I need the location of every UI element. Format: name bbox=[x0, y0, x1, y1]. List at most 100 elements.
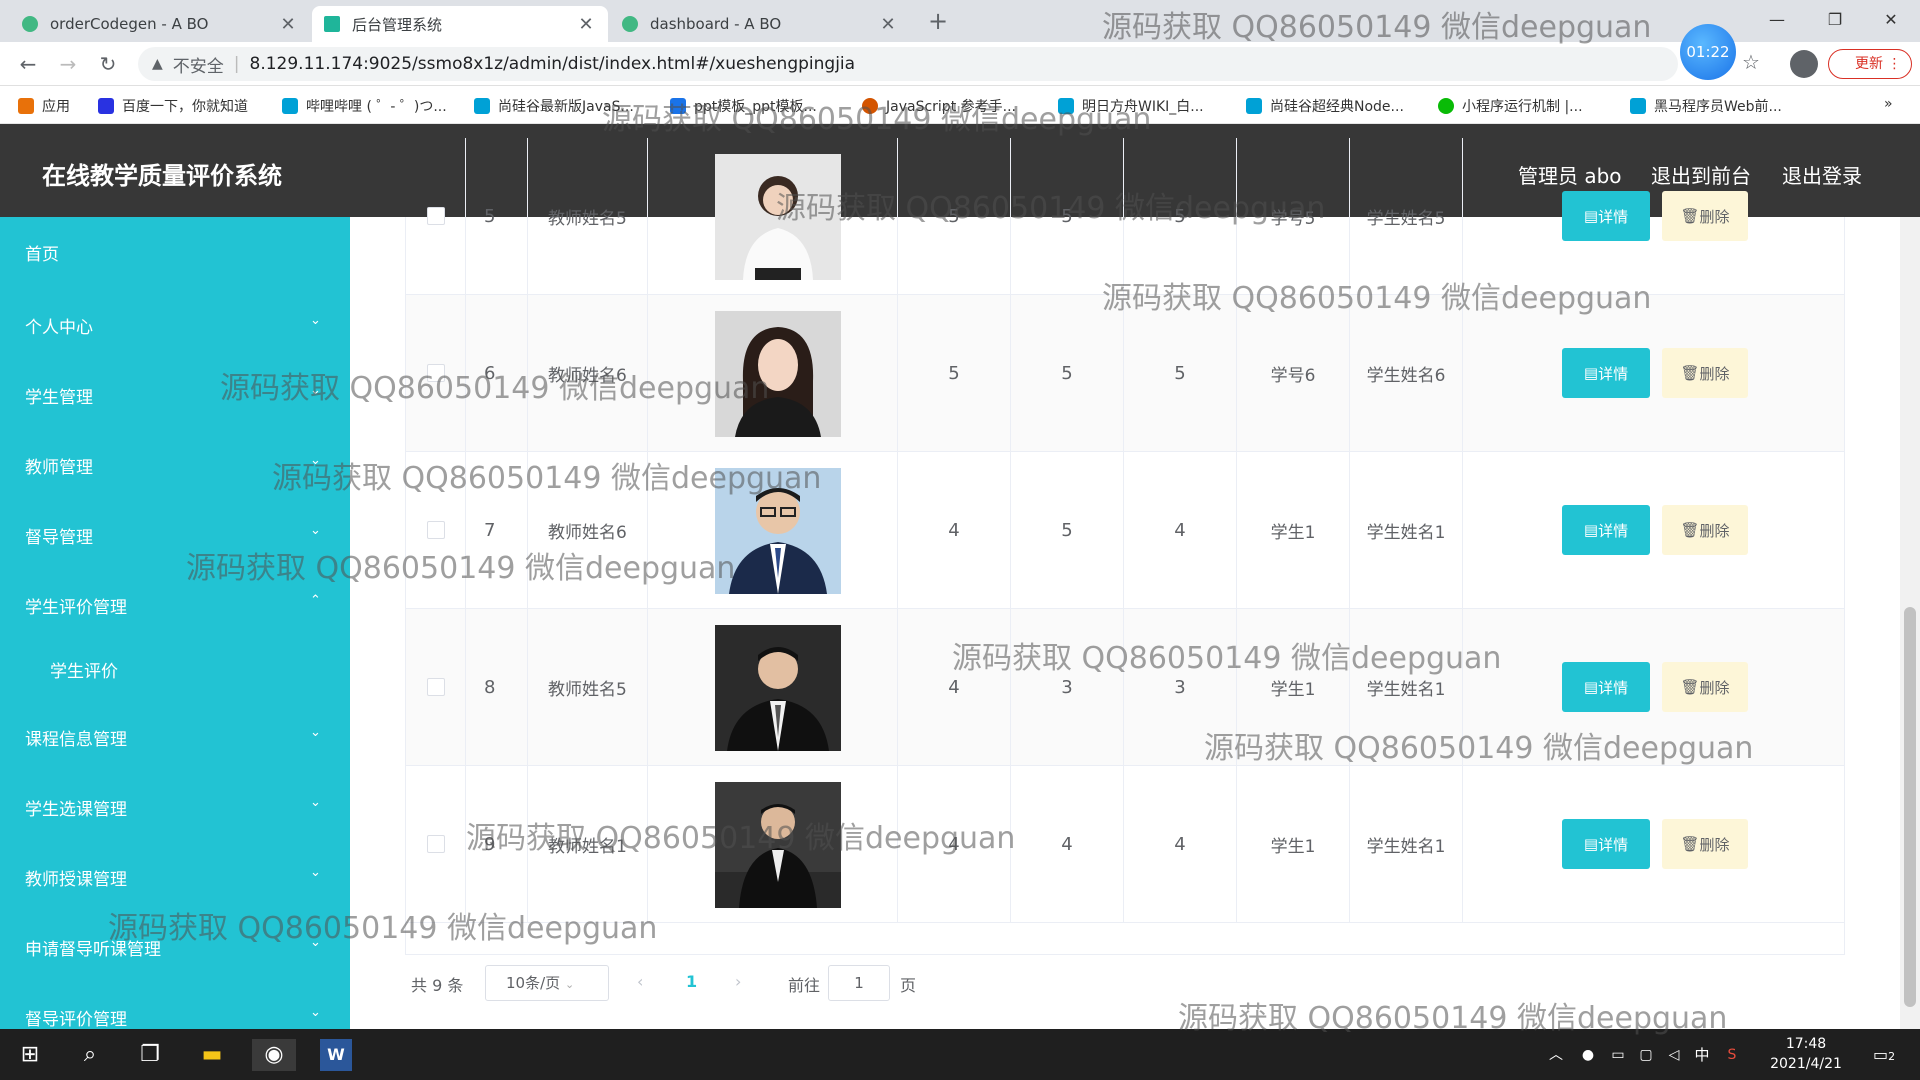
bookmark-label: 明日方舟WIKI_白... bbox=[1082, 99, 1204, 115]
bookmark-item[interactable]: 尚硅谷最新版JavaS... bbox=[474, 96, 634, 116]
student-name-cell: 学生姓名1 bbox=[1350, 766, 1463, 922]
teacher-photo bbox=[715, 782, 841, 908]
delete-button[interactable]: 🗑 删除 bbox=[1662, 819, 1748, 869]
sidebar-subitem-student-evaluation[interactable]: 学生评价 bbox=[50, 657, 118, 682]
row-checkbox[interactable] bbox=[426, 364, 445, 382]
score-cell: 5 bbox=[1011, 452, 1124, 608]
sidebar-item-home[interactable]: 首页 bbox=[25, 240, 59, 265]
reload-icon[interactable]: ↻ bbox=[94, 50, 122, 78]
row-checkbox-cell bbox=[406, 766, 466, 922]
windows-start-icon[interactable]: ⊞ bbox=[14, 1039, 46, 1071]
page-size-select[interactable]: 10条/页 ⌄ bbox=[485, 965, 609, 1001]
sidebar-item-supervisor-evaluation[interactable]: 督导评价管理 bbox=[25, 1005, 127, 1030]
restore-icon[interactable]: ❐ bbox=[1806, 0, 1864, 40]
floating-clock-badge[interactable]: 01:22 bbox=[1680, 24, 1736, 80]
bookmark-item[interactable]: 明日方舟WIKI_白... bbox=[1058, 96, 1204, 116]
baidu-paw-icon bbox=[98, 98, 114, 114]
sidebar-item-supervision-requests[interactable]: 申请督导听课管理 bbox=[25, 935, 161, 960]
row-checkbox[interactable] bbox=[426, 835, 445, 853]
detail-button[interactable]: ▤ 详情 bbox=[1562, 191, 1650, 241]
url-input[interactable]: ▲ 不安全 | 8.129.11.174:9025/ssmo8x1z/admin… bbox=[138, 47, 1678, 81]
detail-label: 详情 bbox=[1598, 678, 1629, 697]
table-row: 6 教师姓名6 5 5 5 学号6 学生姓名6 ▤ 详情 🗑 删除 bbox=[406, 295, 1844, 452]
sidebar-item-course-selection[interactable]: 学生选课管理 bbox=[25, 795, 127, 820]
index-cell: 5 bbox=[466, 138, 528, 294]
bookmark-item[interactable]: 尚硅谷超经典Node... bbox=[1246, 96, 1404, 116]
row-checkbox[interactable] bbox=[426, 521, 445, 539]
sidebar-item-courses[interactable]: 课程信息管理 bbox=[25, 725, 127, 750]
student-name-cell: 学生姓名1 bbox=[1350, 452, 1463, 608]
ime-indicator[interactable]: 中 bbox=[1686, 1039, 1718, 1071]
vue-favicon-icon bbox=[22, 16, 38, 32]
clock-date: 2021/4/21 bbox=[1770, 1056, 1842, 1072]
detail-button[interactable]: ▤ 详情 bbox=[1562, 819, 1650, 869]
window-close-icon[interactable]: ✕ bbox=[1862, 0, 1920, 40]
sidebar-item-teaching[interactable]: 教师授课管理 bbox=[25, 865, 127, 890]
scrollbar-thumb[interactable] bbox=[1904, 607, 1916, 1007]
system-clock[interactable]: 17:48 2021/4/21 bbox=[1764, 1034, 1848, 1074]
search-icon[interactable]: ⌕ bbox=[74, 1039, 106, 1071]
forward-arrow-icon[interactable]: → bbox=[54, 50, 82, 78]
tray-overflow-icon[interactable]: ︿ bbox=[1540, 1039, 1572, 1071]
bookmark-star-icon[interactable]: ☆ bbox=[1742, 50, 1760, 74]
sogou-icon[interactable]: S bbox=[1716, 1039, 1748, 1071]
evaluation-table: 5 教师姓名5 5 5 5 学号5 学生姓名5 ▤ 详情 🗑 删除 6 教师姓名… bbox=[405, 138, 1845, 955]
detail-button[interactable]: ▤ 详情 bbox=[1562, 662, 1650, 712]
next-page-icon[interactable]: › bbox=[735, 972, 741, 991]
chrome-icon[interactable]: ◉ bbox=[252, 1039, 296, 1071]
word-icon[interactable]: W bbox=[320, 1039, 352, 1071]
page-scrollbar[interactable] bbox=[1900, 217, 1920, 1029]
bookmark-label: 应用 bbox=[42, 99, 70, 115]
close-tab-icon[interactable]: ✕ bbox=[576, 14, 596, 35]
delete-button[interactable]: 🗑 删除 bbox=[1662, 191, 1748, 241]
app-title: 在线教学质量评价系统 bbox=[42, 162, 282, 190]
bilibili-icon bbox=[1246, 98, 1262, 114]
bookmark-item[interactable]: ppt模板_ppt模板... bbox=[670, 96, 817, 116]
notification-center-icon[interactable]: ▭2 bbox=[1868, 1039, 1900, 1071]
tray-app-icon[interactable]: ● bbox=[1572, 1039, 1604, 1071]
browser-tab-active[interactable]: 后台管理系统 ✕ bbox=[312, 6, 608, 42]
task-view-icon[interactable]: ❐ bbox=[134, 1039, 166, 1071]
bookmark-item[interactable]: 百度一下，你就知道 bbox=[98, 96, 248, 116]
sidebar-item-personal-center[interactable]: 个人中心 bbox=[25, 313, 93, 338]
file-explorer-icon[interactable]: ▬ bbox=[196, 1039, 228, 1071]
browser-tab[interactable]: dashboard - A BO ✕ bbox=[610, 6, 910, 42]
row-checkbox[interactable] bbox=[426, 207, 445, 225]
detail-button[interactable]: ▤ 详情 bbox=[1562, 505, 1650, 555]
back-arrow-icon[interactable]: ← bbox=[14, 50, 42, 78]
delete-label: 删除 bbox=[1699, 207, 1730, 226]
new-tab-plus-icon[interactable]: + bbox=[922, 6, 954, 38]
update-label: 更新 bbox=[1855, 56, 1883, 72]
prev-page-icon[interactable]: ‹ bbox=[637, 972, 643, 991]
delete-button[interactable]: 🗑 删除 bbox=[1662, 348, 1748, 398]
row-checkbox[interactable] bbox=[426, 678, 445, 696]
delete-button[interactable]: 🗑 删除 bbox=[1662, 662, 1748, 712]
bookmark-item[interactable]: 哔哩哔哩 ( ゜- ゜)つ... bbox=[282, 96, 447, 116]
profile-avatar-icon[interactable] bbox=[1790, 50, 1818, 78]
minimize-icon[interactable]: — bbox=[1748, 0, 1806, 40]
bookmark-item[interactable]: 黑马程序员Web前... bbox=[1630, 96, 1782, 116]
close-tab-icon[interactable]: ✕ bbox=[278, 14, 298, 35]
page-number-current[interactable]: 1 bbox=[686, 972, 697, 991]
sidebar-item-teachers[interactable]: 教师管理 bbox=[25, 453, 93, 478]
bookmark-item[interactable]: JavaScript 参考手... bbox=[862, 96, 1016, 116]
sidebar-item-supervisors[interactable]: 督导管理 bbox=[25, 523, 93, 548]
goto-page-input[interactable] bbox=[828, 965, 890, 1001]
delete-button[interactable]: 🗑 删除 bbox=[1662, 505, 1748, 555]
detail-label: 详情 bbox=[1598, 521, 1629, 540]
update-button[interactable]: 更新 ⋮ bbox=[1828, 49, 1912, 79]
vue-favicon-icon bbox=[622, 16, 638, 32]
teacher-name-cell: 教师姓名5 bbox=[528, 609, 648, 765]
bookmark-item[interactable]: 应用 bbox=[18, 96, 70, 116]
sidebar-item-students[interactable]: 学生管理 bbox=[25, 383, 93, 408]
bookmark-label: ppt模板_ppt模板... bbox=[694, 99, 817, 115]
browser-tab[interactable]: orderCodegen - A BO ✕ bbox=[10, 6, 310, 42]
goto-prefix: 前往 bbox=[788, 976, 821, 995]
student-id-cell: 学生1 bbox=[1237, 766, 1350, 922]
sidebar-item-student-evaluation[interactable]: 学生评价管理 bbox=[25, 593, 127, 618]
page-size-value: 10条/页 bbox=[506, 974, 561, 992]
detail-button[interactable]: ▤ 详情 bbox=[1562, 348, 1650, 398]
bookmark-item[interactable]: 小程序运行机制 |... bbox=[1438, 96, 1583, 116]
bookmarks-overflow-icon[interactable]: » bbox=[1884, 96, 1893, 112]
close-tab-icon[interactable]: ✕ bbox=[878, 14, 898, 35]
